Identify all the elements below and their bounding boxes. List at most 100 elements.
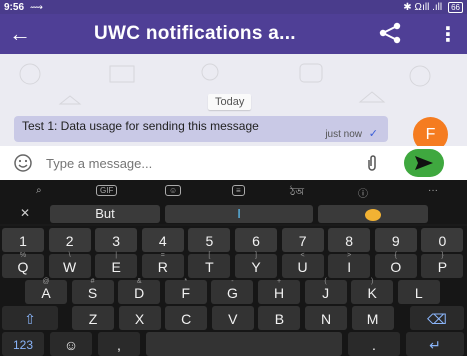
key-label: S bbox=[87, 285, 98, 301]
key-s[interactable]: # S bbox=[71, 278, 114, 304]
key-hint: [ bbox=[208, 252, 211, 259]
key-i[interactable]: > I bbox=[328, 252, 371, 278]
key-j[interactable]: (J bbox=[304, 278, 347, 304]
period-key[interactable]: . bbox=[348, 332, 400, 356]
shift-key[interactable]: ⇧ bbox=[2, 306, 58, 330]
keyboard-search-icon[interactable]: ⌕ bbox=[36, 185, 42, 196]
key-label: O bbox=[390, 259, 402, 275]
key-r[interactable]: = R bbox=[141, 252, 184, 278]
key-z[interactable]: Z bbox=[72, 306, 114, 330]
key-hint: ( bbox=[324, 278, 327, 285]
message-input[interactable] bbox=[46, 155, 326, 171]
key-l[interactable]: L bbox=[397, 280, 440, 304]
gif-icon[interactable]: GIF bbox=[96, 185, 118, 196]
key-g[interactable]: -G bbox=[211, 278, 254, 304]
key-2[interactable]: 2 bbox=[48, 228, 91, 252]
chat-area: Today Test 1: Data usage for sending thi… bbox=[0, 54, 467, 146]
emoji-suggestion-icon bbox=[365, 208, 381, 221]
key-hint: \ bbox=[68, 252, 71, 259]
key-label: 4 bbox=[158, 233, 167, 249]
key-f[interactable]: * F bbox=[164, 278, 207, 304]
key-hint: - bbox=[231, 278, 234, 285]
key-t[interactable]: [T bbox=[188, 252, 231, 278]
emoji-icon[interactable] bbox=[0, 153, 46, 173]
key-1[interactable]: 1 bbox=[2, 228, 44, 252]
key-0[interactable]: 0 bbox=[421, 228, 464, 252]
key-6[interactable]: 6 bbox=[235, 228, 277, 252]
key-hint: } bbox=[441, 252, 444, 259]
key-b[interactable]: B bbox=[258, 306, 301, 330]
key-q[interactable]: % Q bbox=[2, 252, 44, 278]
key-3[interactable]: 3 bbox=[95, 228, 138, 252]
space-key[interactable] bbox=[146, 332, 342, 356]
avatar[interactable]: F bbox=[413, 117, 448, 146]
info-icon[interactable]: ⓘ bbox=[358, 185, 368, 200]
key-label: L bbox=[414, 285, 423, 301]
paperclip-icon[interactable] bbox=[366, 154, 378, 177]
send-icon bbox=[415, 156, 433, 170]
key-k[interactable]: ) K bbox=[351, 278, 394, 304]
message-composer bbox=[0, 146, 467, 180]
key-label: 8 bbox=[345, 233, 354, 249]
key-label: Y bbox=[251, 259, 261, 275]
comma-key[interactable]: , bbox=[98, 332, 140, 356]
more-tools-icon[interactable]: ··· bbox=[428, 185, 438, 196]
key-label: 6 bbox=[252, 233, 260, 249]
key-label: R bbox=[157, 259, 168, 275]
enter-key[interactable]: ↵ bbox=[406, 332, 464, 356]
key-hint: + bbox=[276, 278, 282, 285]
suggestion-1[interactable]: But bbox=[50, 205, 160, 223]
key-w[interactable]: \ W bbox=[48, 252, 91, 278]
close-suggestions-icon[interactable]: ✕ bbox=[20, 206, 30, 220]
suggestion-row: ✕ But I bbox=[0, 204, 467, 224]
emoji-key[interactable]: ☺ bbox=[50, 332, 92, 356]
key-v[interactable]: V bbox=[211, 306, 254, 330]
key-n[interactable]: N bbox=[305, 306, 347, 330]
key-u[interactable]: < U bbox=[281, 252, 324, 278]
key-label: X bbox=[134, 311, 145, 327]
message-bubble[interactable]: Test 1: Data usage for sending this mess… bbox=[14, 116, 388, 142]
numeric-mode-key[interactable]: 123 bbox=[2, 332, 44, 356]
key-label: W bbox=[62, 259, 77, 275]
key-h[interactable]: + H bbox=[258, 278, 300, 304]
key-label: 0 bbox=[438, 233, 447, 249]
key-c[interactable]: C bbox=[165, 306, 208, 330]
key-hint: < bbox=[300, 252, 305, 259]
suggestion-2[interactable]: I bbox=[165, 205, 313, 223]
key-e[interactable]: | E bbox=[95, 252, 138, 278]
key-hint: # bbox=[90, 278, 95, 285]
back-arrow-icon[interactable]: ← bbox=[0, 21, 40, 47]
key-x[interactable]: X bbox=[118, 306, 161, 330]
send-button[interactable] bbox=[404, 149, 444, 177]
key-5[interactable]: 5 bbox=[188, 228, 231, 252]
key-hint: | bbox=[115, 252, 118, 259]
key-9[interactable]: 9 bbox=[374, 228, 417, 252]
status-time: 9:56 bbox=[4, 1, 25, 13]
clipboard-icon[interactable]: ≡ bbox=[232, 185, 245, 196]
key-label: 9 bbox=[391, 233, 400, 249]
sticker-icon[interactable]: ☺ bbox=[165, 185, 182, 196]
key-y[interactable]: ] Y bbox=[235, 252, 277, 278]
key-hint: ) bbox=[371, 278, 374, 285]
key-a[interactable]: @ A bbox=[25, 278, 67, 304]
more-options-icon[interactable]: ⋮ bbox=[438, 22, 458, 47]
key-7[interactable]: 7 bbox=[281, 228, 324, 252]
key-d[interactable]: & D bbox=[118, 278, 161, 304]
status-bar: 9:56 ⟿ ✱ Ωıll .ıll 66 bbox=[0, 0, 467, 14]
key-8[interactable]: 8 bbox=[328, 228, 371, 252]
share-icon[interactable] bbox=[378, 22, 402, 49]
key-4[interactable]: 4 bbox=[141, 228, 184, 252]
app-bar: ← UWC notifications a... ⋮ bbox=[0, 14, 467, 54]
translate-icon[interactable]: ঠঅ bbox=[290, 185, 304, 202]
suggestion-3[interactable] bbox=[318, 205, 428, 223]
backspace-key[interactable]: ⌫ bbox=[410, 306, 464, 330]
key-label: I bbox=[347, 259, 352, 275]
key-hint: > bbox=[347, 252, 352, 259]
key-label: Z bbox=[88, 311, 98, 327]
key-m[interactable]: M bbox=[351, 306, 394, 330]
key-p[interactable]: } P bbox=[421, 252, 464, 278]
key-o[interactable]: {O bbox=[374, 252, 417, 278]
message-timestamp: just now bbox=[325, 129, 362, 140]
signal-icon: ✱ Ωıll .ıll bbox=[403, 1, 443, 13]
key-label: T bbox=[205, 259, 214, 275]
